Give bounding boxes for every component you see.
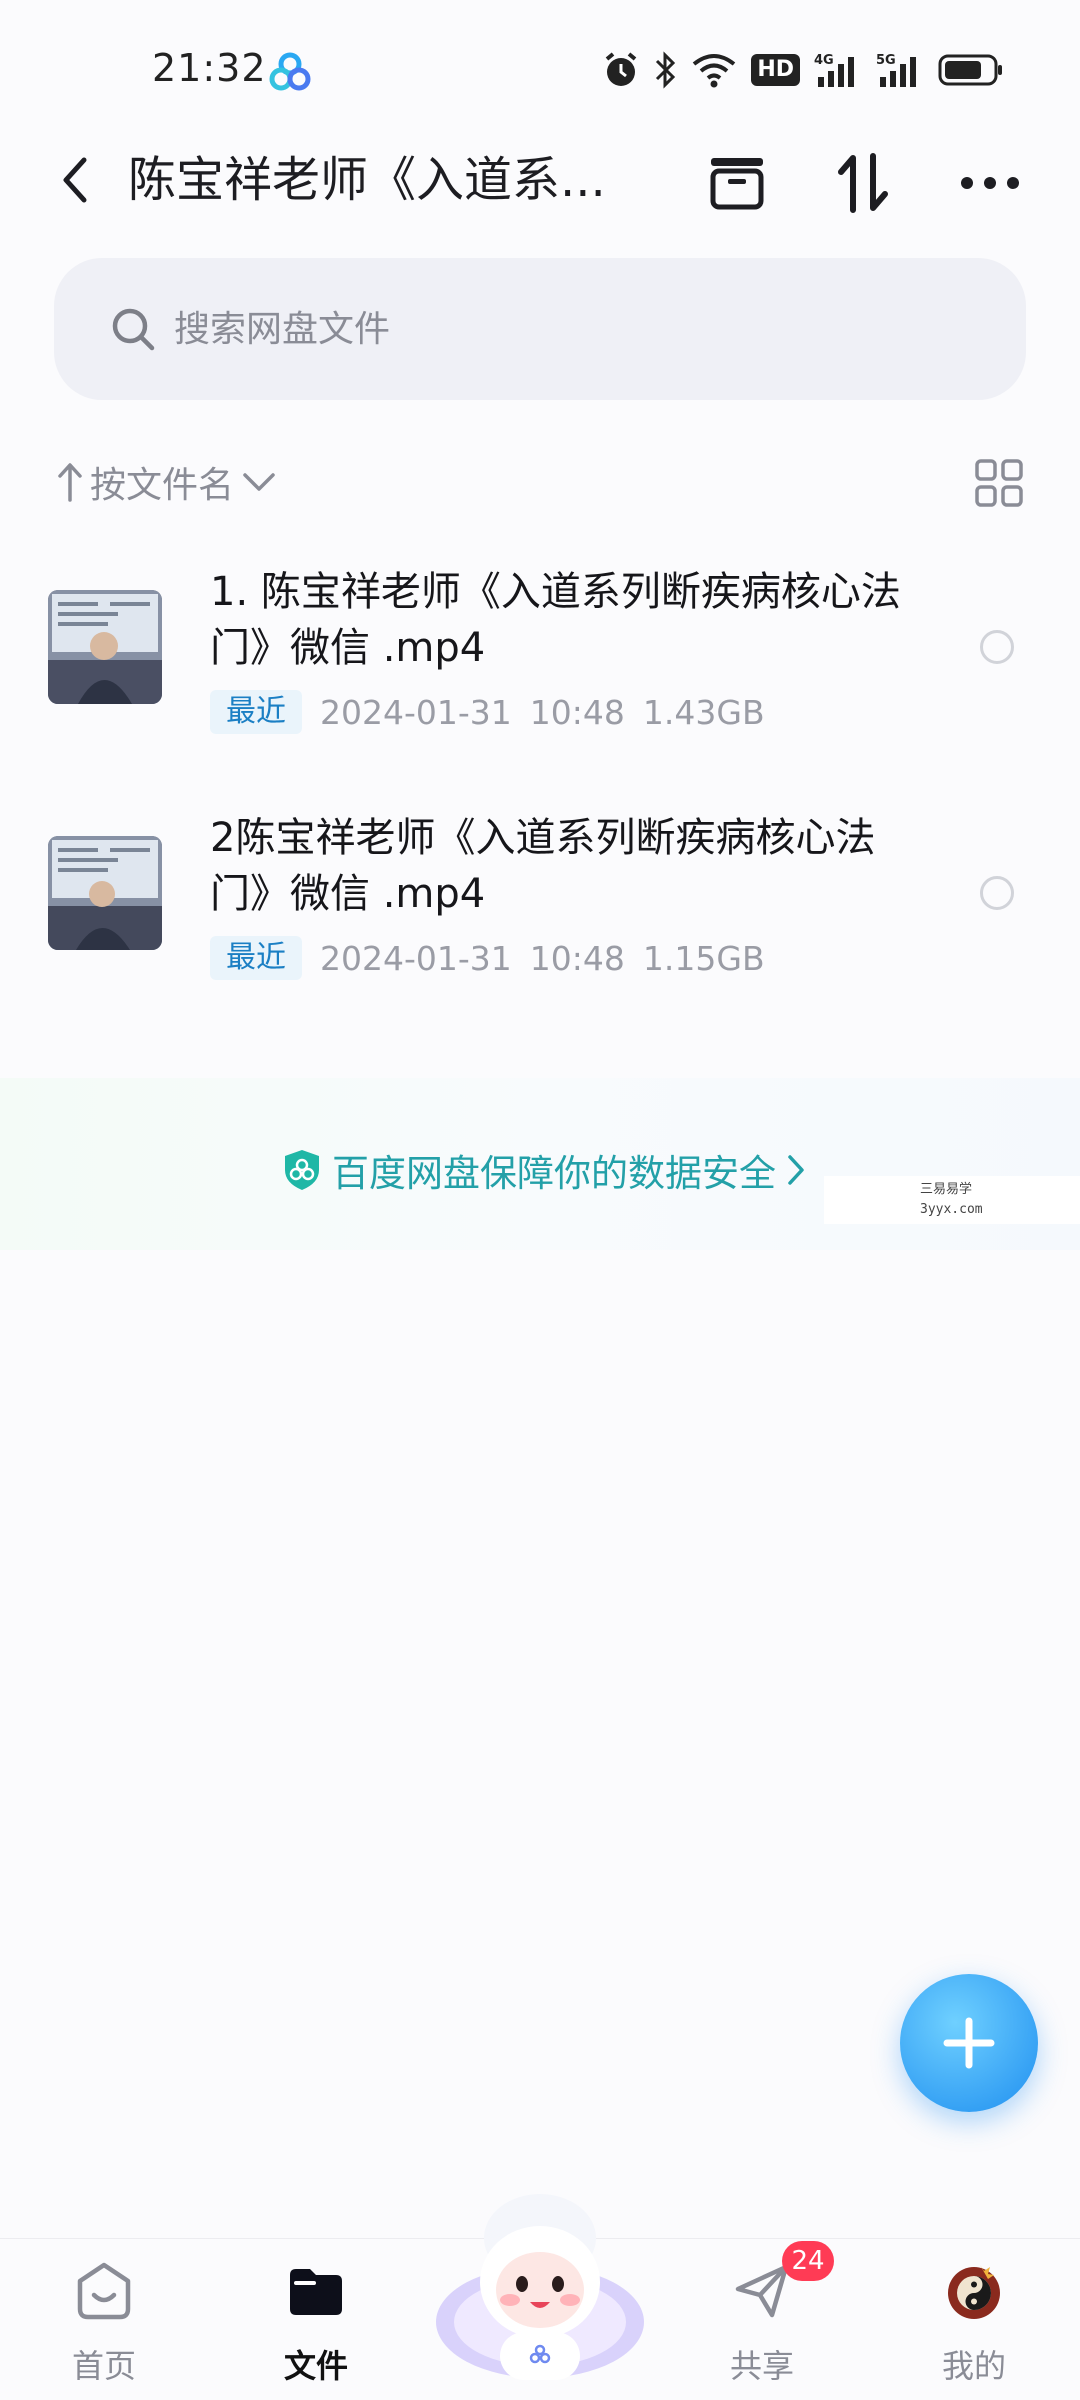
file-name: 2陈宝祥老师《入道系列断疾病核心法门》微信 .mp4 <box>210 815 876 917</box>
nav-label: 文件 <box>283 2347 348 2385</box>
nav-item-files[interactable]: 文件 <box>236 2249 396 2399</box>
add-button[interactable] <box>900 1974 1038 2112</box>
nav-item-share[interactable]: 24 共享 <box>682 2241 842 2399</box>
file-date: 2024-01-31 <box>320 692 512 732</box>
svg-text:5G: 5G <box>876 53 896 68</box>
file-list-item[interactable]: 1. 陈宝祥老师《入道系列断疾病核心法门》微信 .mp4 最近 2024-01-… <box>0 548 1080 768</box>
sort-toggle-button[interactable] <box>828 148 898 218</box>
video-thumbnail <box>48 836 162 950</box>
signal-5g-icon: 5G <box>876 53 916 87</box>
security-banner: 百度网盘保障你的数据安全 <box>0 1078 1080 1250</box>
more-horizontal-icon <box>961 177 1019 189</box>
status-bar: 21:32 HD 4G 5G <box>0 0 1080 130</box>
svg-text:4G: 4G <box>814 53 834 68</box>
signal-4g-icon: 4G <box>814 53 854 87</box>
grid-view-icon[interactable] <box>974 458 1024 508</box>
select-radio[interactable] <box>980 630 1014 664</box>
chevron-left-icon <box>63 157 87 203</box>
watermark-line2: 3yyx.com <box>920 1202 983 1217</box>
battery-icon <box>938 54 1002 86</box>
recent-badge: 最近 <box>210 936 302 980</box>
nav-label: 我的 <box>941 2347 1006 2385</box>
home-icon <box>77 2262 131 2320</box>
file-name: 1. 陈宝祥老师《入道系列断疾病核心法门》微信 .mp4 <box>210 569 901 671</box>
alarm-icon <box>606 52 637 86</box>
nav-item-home[interactable]: 首页 <box>24 2249 184 2399</box>
arrow-up-icon <box>58 463 82 502</box>
baidu-netdisk-icon <box>269 52 311 91</box>
recent-badge: 最近 <box>210 690 302 734</box>
chevron-right-icon <box>788 1155 804 1185</box>
avatar <box>948 2265 1000 2319</box>
file-time: 10:48 <box>529 938 625 978</box>
file-date: 2024-01-31 <box>320 938 512 978</box>
wifi-icon <box>693 54 736 88</box>
status-time: 21:32 <box>152 46 267 90</box>
nav-item-mine[interactable]: 我的 <box>894 2249 1054 2399</box>
watermark-line1: 三易易学 <box>920 1182 973 1197</box>
search-icon <box>112 308 155 351</box>
bluetooth-icon <box>656 51 676 89</box>
sort-label: 按文件名 <box>90 465 235 506</box>
search-bar[interactable] <box>54 258 1026 400</box>
security-text: 百度网盘保障你的数据安全 <box>332 1152 776 1195</box>
plus-icon <box>943 2017 995 2069</box>
security-link[interactable]: 百度网盘保障你的数据安全 <box>282 1146 806 1195</box>
notification-badge: 24 <box>782 2241 834 2281</box>
file-time: 10:48 <box>529 692 625 732</box>
folder-icon <box>290 2269 342 2315</box>
mascot-assistant-icon[interactable] <box>430 2172 650 2392</box>
more-options-button[interactable] <box>955 148 1025 218</box>
shield-icon <box>285 1150 319 1190</box>
video-thumbnail-image <box>48 836 162 950</box>
archive-box-icon <box>710 158 764 210</box>
paper-plane-icon <box>735 2264 789 2318</box>
sort-arrows-icon <box>838 153 888 213</box>
nav-label: 首页 <box>71 2347 136 2385</box>
chevron-down-icon <box>243 473 275 491</box>
nav-label: 共享 <box>729 2347 794 2385</box>
archive-button[interactable] <box>702 148 772 218</box>
search-input[interactable] <box>174 296 954 362</box>
video-thumbnail <box>48 590 162 704</box>
back-button[interactable] <box>44 150 104 210</box>
top-app-bar: 陈宝祥老师《入道系... <box>0 130 1080 230</box>
select-radio[interactable] <box>980 876 1014 910</box>
file-size: 1.43GB <box>642 692 765 732</box>
hd-voice-indicator: HD <box>751 54 800 86</box>
file-size: 1.15GB <box>642 938 765 978</box>
file-meta: 最近 2024-01-31 10:48 1.15GB <box>210 936 765 980</box>
file-list-item[interactable]: 2陈宝祥老师《入道系列断疾病核心法门》微信 .mp4 最近 2024-01-31… <box>0 794 1080 1014</box>
status-icons: HD 4G 5G <box>603 48 1004 92</box>
sort-selector[interactable]: 按文件名 <box>58 456 276 508</box>
page-title: 陈宝祥老师《入道系... <box>128 152 606 208</box>
watermark: 三易易学 3yyx.com <box>824 1176 1080 1224</box>
video-thumbnail-image <box>48 590 162 704</box>
file-meta: 最近 2024-01-31 10:48 1.43GB <box>210 690 765 734</box>
